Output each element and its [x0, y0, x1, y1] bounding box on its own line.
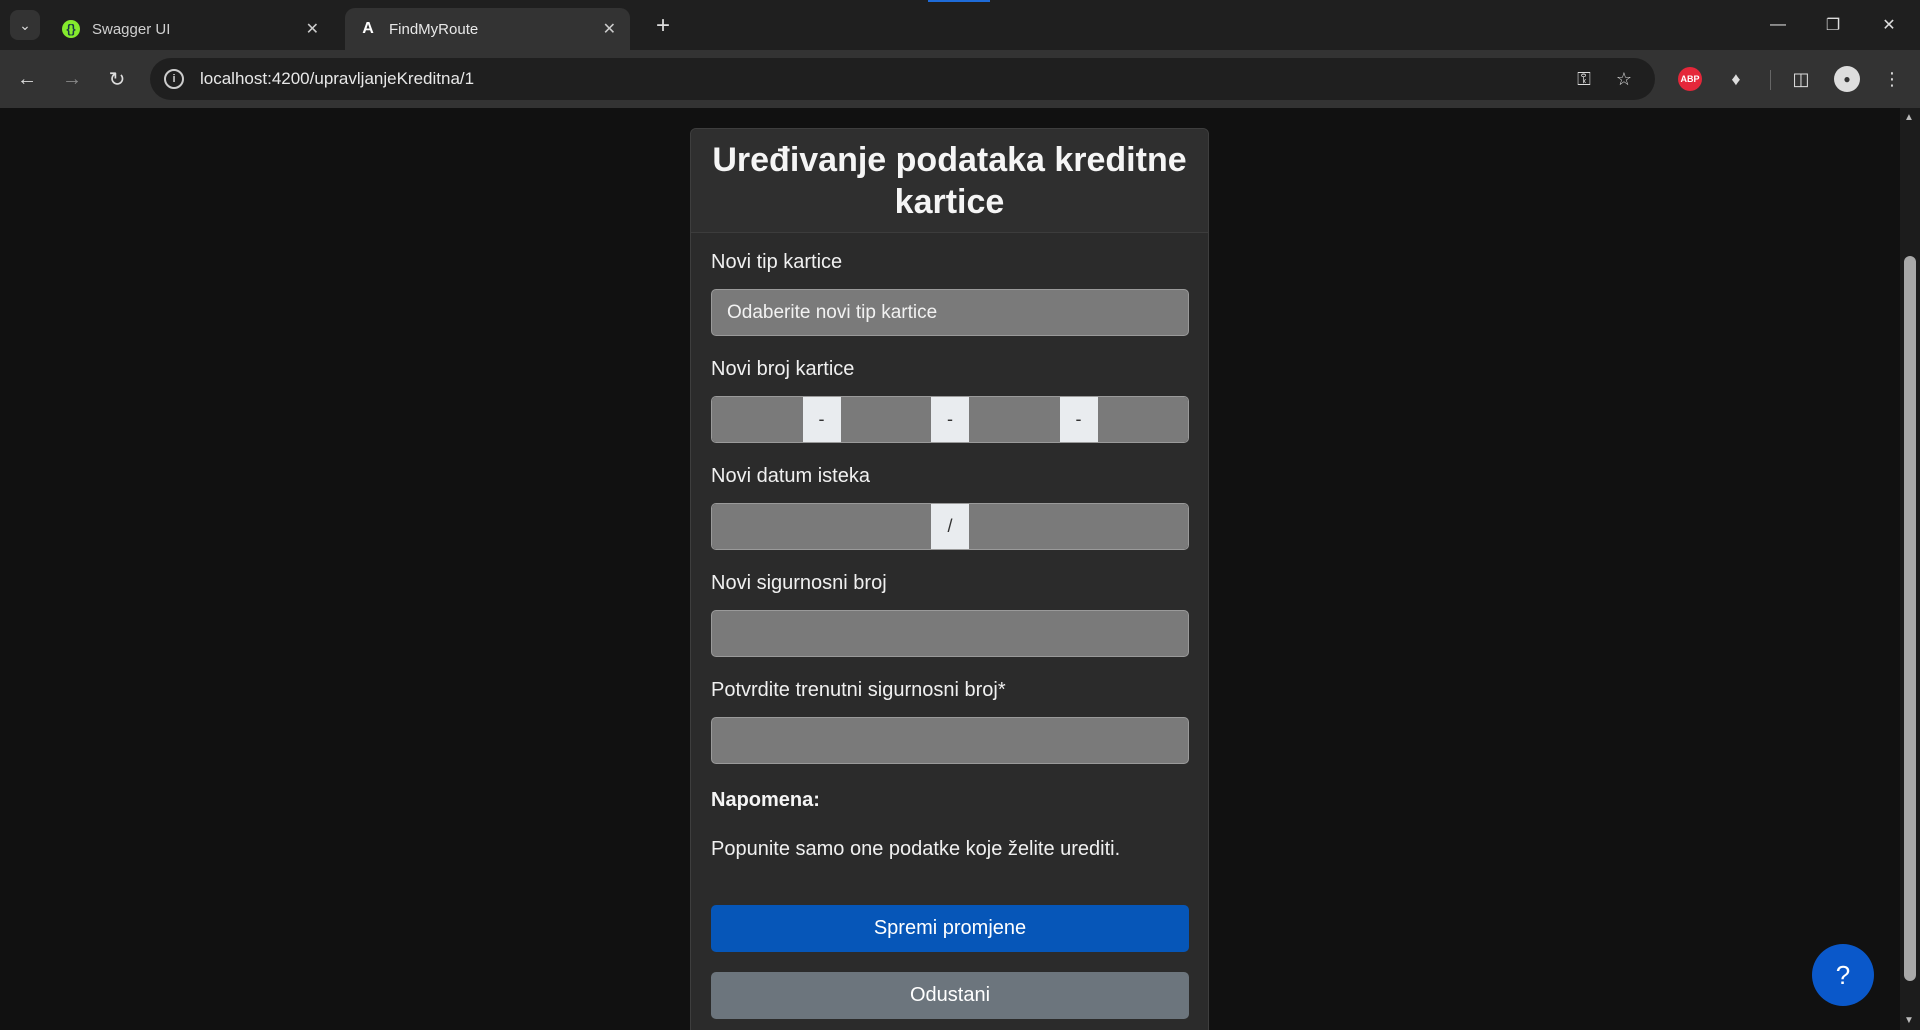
note-title: Napomena: — [711, 789, 820, 811]
card-type-select[interactable]: Odaberite novi tip kartice — [711, 289, 1189, 336]
card-number-separator: - — [802, 397, 841, 442]
reload-icon[interactable]: ↻ — [103, 65, 131, 93]
restore-icon[interactable]: ❐ — [1805, 10, 1861, 40]
new-tab-button[interactable]: + — [650, 12, 676, 40]
tab-search-button[interactable]: ⌄ — [10, 10, 40, 40]
tab-title: Swagger UI — [92, 20, 171, 38]
save-changes-button[interactable]: Spremi promjene — [711, 905, 1189, 952]
note-text: Popunite samo one podatke koje želite ur… — [711, 838, 1121, 860]
adblock-icon[interactable]: ABP — [1678, 67, 1702, 91]
card-number-part-2[interactable] — [840, 397, 931, 442]
minimize-icon[interactable]: — — [1750, 10, 1806, 40]
expiry-month-input[interactable] — [712, 504, 931, 549]
expiry-separator: / — [931, 504, 969, 549]
address-bar[interactable]: i localhost:4200/upravljanjeKreditna/1 ⚿… — [150, 58, 1655, 100]
card-type-placeholder: Odaberite novi tip kartice — [727, 301, 938, 323]
card-number-part-3[interactable] — [969, 397, 1060, 442]
card-number-label: Novi broj kartice — [711, 358, 855, 380]
page-title: Uređivanje podataka kreditne kartice — [712, 140, 1187, 221]
scroll-down-icon[interactable]: ▼ — [1904, 1015, 1914, 1026]
key-icon[interactable]: ⚿ — [1572, 69, 1596, 89]
tab-findmyroute[interactable]: A FindMyRoute ✕ — [345, 8, 630, 50]
profile-avatar[interactable]: ● — [1834, 66, 1860, 92]
forward-arrow-icon[interactable]: → — [58, 65, 86, 93]
confirm-cvv-input[interactable] — [711, 717, 1189, 764]
card-number-separator: - — [931, 397, 969, 442]
angular-icon: A — [362, 20, 374, 37]
card-type-label: Novi tip kartice — [711, 251, 843, 273]
scrollbar-thumb[interactable] — [1904, 256, 1916, 981]
browser-toolbar: ← → ↻ i localhost:4200/upravljanjeKredit… — [0, 50, 1920, 108]
star-icon[interactable]: ☆ — [1612, 69, 1636, 89]
url-text: localhost:4200/upravljanjeKreditna/1 — [200, 69, 475, 88]
back-arrow-icon[interactable]: ← — [13, 65, 41, 93]
menu-kebab-icon[interactable]: ⋮ — [1879, 66, 1905, 92]
new-cvv-input[interactable] — [711, 610, 1189, 657]
chevron-down-icon: ⌄ — [19, 16, 31, 33]
card-header: Uređivanje podataka kreditne kartice — [691, 129, 1208, 233]
expiry-group: / — [711, 503, 1189, 550]
confirm-cvv-label: Potvrdite trenutni sigurnosni broj* — [711, 679, 1006, 701]
page-scrollbar[interactable]: ▲ ▼ — [1900, 108, 1920, 1030]
swagger-icon: {} — [62, 20, 80, 38]
close-icon[interactable]: ✕ — [603, 19, 616, 39]
window-close-icon[interactable]: ✕ — [1861, 10, 1917, 40]
extensions-puzzle-icon[interactable]: ♦ — [1723, 66, 1749, 92]
close-icon[interactable]: ✕ — [306, 19, 319, 39]
card-number-separator: - — [1059, 397, 1098, 442]
card-number-group: - - - — [711, 396, 1189, 443]
page-viewport: Uređivanje podataka kreditne kartice Nov… — [0, 108, 1900, 1030]
toolbar-divider — [1770, 70, 1771, 90]
expiry-label: Novi datum isteka — [711, 465, 870, 487]
card-number-part-1[interactable] — [712, 397, 803, 442]
edit-card-form: Uređivanje podataka kreditne kartice Nov… — [690, 128, 1209, 1030]
new-cvv-label: Novi sigurnosni broj — [711, 572, 887, 594]
scroll-up-icon[interactable]: ▲ — [1904, 112, 1914, 123]
tab-title: FindMyRoute — [389, 20, 479, 38]
side-panel-icon[interactable]: ◫ — [1788, 66, 1814, 92]
tab-swagger[interactable]: {} Swagger UI ✕ — [48, 8, 333, 50]
help-button[interactable]: ? — [1812, 944, 1874, 1006]
cancel-button[interactable]: Odustani — [711, 972, 1189, 1019]
site-info-icon[interactable]: i — [164, 69, 184, 89]
card-number-part-4[interactable] — [1097, 397, 1188, 442]
expiry-year-input[interactable] — [969, 504, 1188, 549]
loading-indicator — [928, 0, 990, 2]
browser-tabstrip: ⌄ {} Swagger UI ✕ A FindMyRoute ✕ + — ❐ … — [0, 0, 1920, 50]
